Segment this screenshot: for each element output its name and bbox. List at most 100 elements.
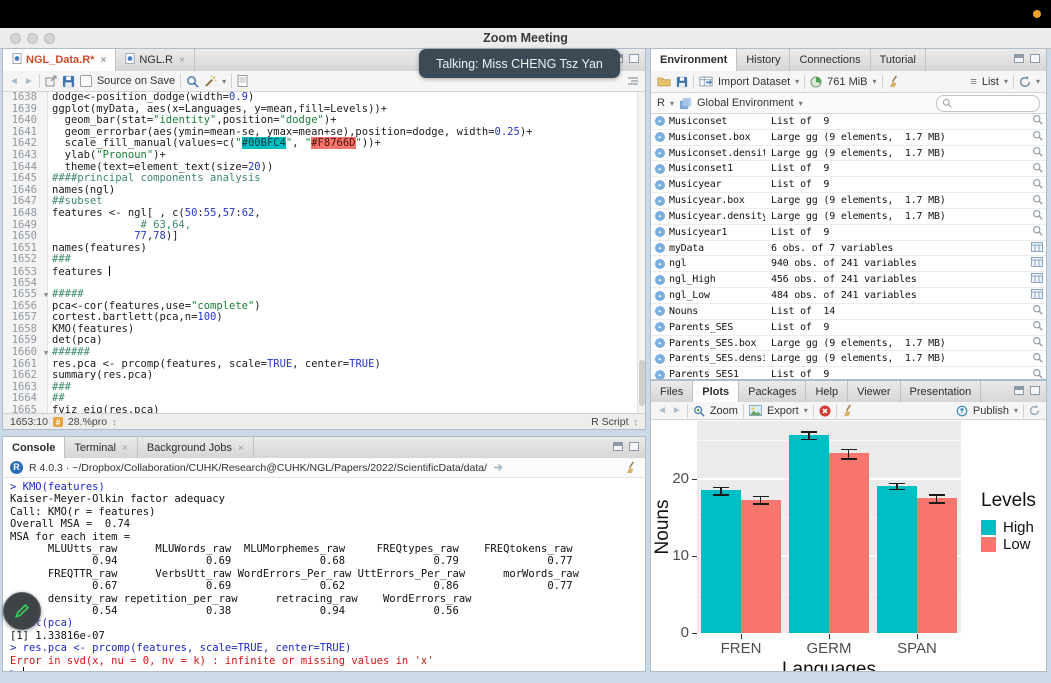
export-plot-icon[interactable] [749, 405, 762, 416]
expander-icon[interactable]: ▸ [655, 370, 665, 379]
tab-presentation[interactable]: Presentation [901, 381, 982, 403]
console-output[interactable]: > KMO(features)Kaiser-Meyer-Olkin factor… [3, 478, 645, 671]
memory-caret[interactable]: ▾ [873, 77, 877, 86]
environment-row[interactable]: ▸MusicyearList of 9 [651, 177, 1046, 193]
section-name[interactable]: 28.%pro [68, 416, 107, 428]
zoom-plot-icon[interactable] [693, 405, 705, 417]
expander-icon[interactable]: ▸ [655, 148, 665, 158]
environment-row[interactable]: ▸Parents_SES.boxLarge gg (9 elements, 1.… [651, 336, 1046, 352]
zoom-annotate-button[interactable] [3, 592, 41, 630]
memory-usage-label[interactable]: 761 MiB [827, 76, 867, 88]
save-workspace-icon[interactable] [676, 76, 688, 88]
publish-button[interactable]: Publish [973, 405, 1009, 417]
document-type[interactable]: R Script [591, 416, 628, 428]
code-tools-icon[interactable] [204, 75, 217, 88]
environment-search-input[interactable] [936, 95, 1040, 112]
back-icon[interactable]: ◄ [9, 76, 19, 87]
inspect-icon[interactable] [1028, 162, 1046, 176]
refresh-icon[interactable] [1019, 76, 1031, 88]
view-table-icon[interactable] [1028, 242, 1046, 255]
view-table-icon[interactable] [1028, 273, 1046, 286]
tab-packages[interactable]: Packages [739, 381, 806, 403]
environment-row[interactable]: ▸Musiconset.boxLarge gg (9 elements, 1.7… [651, 130, 1046, 146]
inspect-icon[interactable] [1028, 209, 1046, 223]
inspect-icon[interactable] [1028, 178, 1046, 192]
tab-plots[interactable]: Plots [693, 381, 739, 403]
environment-row[interactable]: ▸Musicyear1List of 9 [651, 225, 1046, 241]
tab-background-jobs[interactable]: Background Jobs× [138, 437, 254, 459]
expander-icon[interactable]: ▸ [655, 243, 665, 253]
source-on-save-checkbox[interactable] [80, 75, 92, 87]
load-workspace-icon[interactable] [657, 76, 671, 87]
tab-environment[interactable]: Environment [651, 49, 737, 71]
view-mode-label[interactable]: List [982, 76, 999, 88]
environment-row[interactable]: ▸ngl_Low484 obs. of 241 variables [651, 288, 1046, 304]
inspect-icon[interactable] [1028, 225, 1046, 239]
environment-row[interactable]: ▸Musiconset1List of 9 [651, 161, 1046, 177]
publish-caret[interactable]: ▾ [1014, 406, 1018, 415]
expander-icon[interactable]: ▸ [655, 180, 665, 190]
environment-row[interactable]: ▸myData6 obs. of 7 variables [651, 241, 1046, 257]
inspect-icon[interactable] [1028, 320, 1046, 334]
zoom-plot-button[interactable]: Zoom [710, 405, 738, 417]
inspect-icon[interactable] [1028, 336, 1046, 350]
expander-icon[interactable]: ▸ [655, 259, 665, 269]
environment-row[interactable]: ▸NounsList of 14 [651, 304, 1046, 320]
find-replace-icon[interactable] [186, 75, 199, 88]
environment-row[interactable]: ▸ngl940 obs. of 241 variables [651, 256, 1046, 272]
environment-caret[interactable]: ▾ [799, 99, 803, 108]
minimize-pane-icon[interactable] [1014, 386, 1024, 395]
view-mode-caret[interactable]: ▾ [1004, 77, 1008, 86]
export-caret[interactable]: ▾ [804, 406, 808, 415]
expander-icon[interactable]: ▸ [655, 164, 665, 174]
tab-files[interactable]: Files [651, 381, 693, 403]
code-editor[interactable]: 1638dodge<-position_dodge(width=0.9)1639… [3, 92, 645, 430]
forward-icon[interactable]: ► [24, 76, 34, 87]
export-plot-button[interactable]: Export [767, 405, 799, 417]
popout-icon[interactable] [45, 75, 57, 87]
goto-directory-icon[interactable] [493, 463, 504, 472]
maximize-pane-icon[interactable] [629, 442, 639, 451]
clear-console-icon[interactable] [625, 461, 638, 474]
view-table-icon[interactable] [1028, 257, 1046, 270]
expander-icon[interactable]: ▸ [655, 338, 665, 348]
environment-row[interactable]: ▸Parents_SES1List of 9 [651, 367, 1046, 379]
expander-icon[interactable]: ▸ [655, 354, 665, 364]
expander-icon[interactable]: ▸ [655, 275, 665, 285]
clear-all-plots-icon[interactable] [842, 404, 855, 417]
language-caret[interactable]: ▾ [670, 99, 674, 108]
tab-tutorial[interactable]: Tutorial [871, 49, 926, 71]
code-tools-caret[interactable]: ▾ [222, 77, 226, 86]
document-outline-icon[interactable] [627, 75, 639, 87]
refresh-caret[interactable]: ▾ [1036, 77, 1040, 86]
inspect-icon[interactable] [1028, 146, 1046, 160]
inspect-icon[interactable] [1028, 304, 1046, 318]
maximize-pane-icon[interactable] [629, 54, 639, 63]
tab-ngl-data-r-[interactable]: NGL_Data.R*× [3, 49, 116, 71]
refresh-plot-icon[interactable] [1029, 405, 1040, 416]
minimize-pane-icon[interactable] [1014, 54, 1024, 63]
inspect-icon[interactable] [1028, 368, 1046, 379]
view-table-icon[interactable] [1028, 289, 1046, 302]
previous-plot-icon[interactable]: ◄ [657, 405, 667, 416]
inspect-icon[interactable] [1028, 194, 1046, 208]
save-icon[interactable] [62, 75, 75, 88]
editor-scrollbar-thumb[interactable] [639, 360, 645, 406]
tab-history[interactable]: History [737, 49, 790, 71]
import-dataset-icon[interactable] [699, 76, 713, 87]
tab-terminal[interactable]: Terminal× [65, 437, 137, 459]
expander-icon[interactable]: ▸ [655, 211, 665, 221]
tab-help[interactable]: Help [806, 381, 848, 403]
compile-report-icon[interactable] [237, 75, 248, 87]
tab-console[interactable]: Console [3, 437, 65, 459]
environment-row[interactable]: ▸Parents_SESList of 9 [651, 320, 1046, 336]
expander-icon[interactable]: ▸ [655, 291, 665, 301]
editor-scrollbar[interactable] [637, 92, 646, 430]
inspect-icon[interactable] [1028, 114, 1046, 128]
list-view-icon[interactable]: ≡ [970, 76, 976, 88]
tab-connections[interactable]: Connections [790, 49, 870, 71]
import-dataset-button[interactable]: Import Dataset [718, 76, 790, 88]
environment-selector[interactable]: Global Environment [697, 97, 794, 109]
import-dataset-caret[interactable]: ▾ [795, 77, 799, 86]
clear-environment-icon[interactable] [888, 75, 901, 88]
